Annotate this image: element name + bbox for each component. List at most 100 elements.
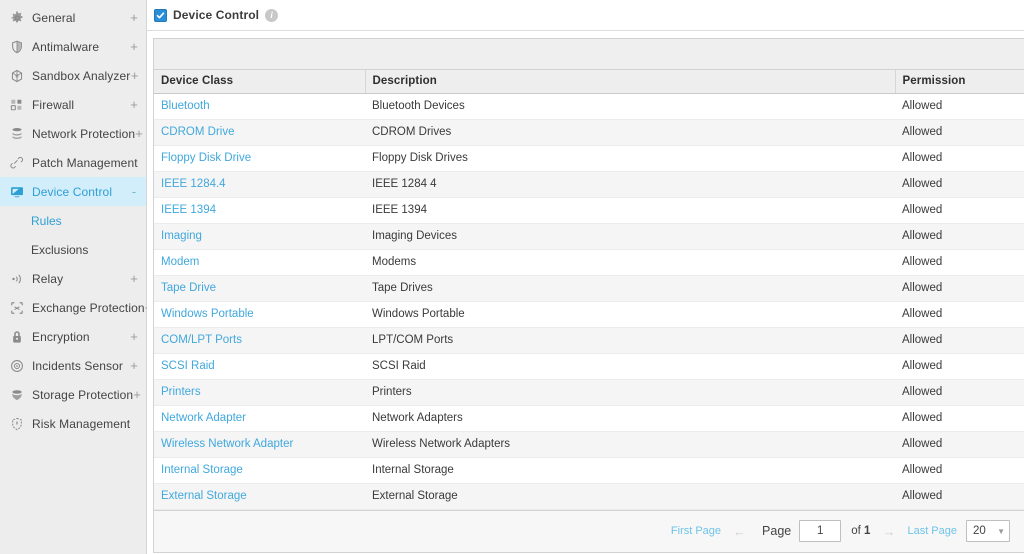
table-row[interactable]: Bluetooth Bluetooth Devices Allowed <box>154 93 1024 120</box>
column-header-permission[interactable]: Permission <box>894 70 1024 94</box>
device-class-link[interactable]: Wireless Network Adapter <box>161 438 293 450</box>
expander-icon[interactable]: + <box>129 11 139 24</box>
expander-icon[interactable]: + <box>133 388 141 401</box>
device-class-link[interactable]: SCSI Raid <box>161 360 215 372</box>
cell-device-class: Printers <box>154 379 365 406</box>
device-class-link[interactable]: Imaging <box>161 230 202 242</box>
cell-description: Tape Drives <box>365 275 895 302</box>
table-row[interactable]: Internal Storage Internal Storage Allowed <box>154 457 1024 484</box>
cell-permission: Allowed <box>895 275 1024 302</box>
sidebar-subitem-label: Exclusions <box>31 242 89 257</box>
sidebar-item-rules[interactable]: Rules <box>0 206 146 235</box>
cell-device-class: Windows Portable <box>154 301 365 328</box>
device-class-link[interactable]: Internal Storage <box>161 464 243 476</box>
table-row[interactable]: IEEE 1394 IEEE 1394 Allowed <box>154 197 1024 224</box>
sidebar-item-relay[interactable]: Relay + <box>0 264 146 293</box>
device-class-link[interactable]: Modem <box>161 256 199 268</box>
device-class-link[interactable]: Bluetooth <box>161 100 210 112</box>
sidebar-item-exclusions[interactable]: Exclusions <box>0 235 146 264</box>
cell-device-class: Wireless Network Adapter <box>154 431 365 458</box>
table-row[interactable]: Floppy Disk Drive Floppy Disk Drives Allow… <box>154 145 1024 172</box>
table-row[interactable]: IEEE 1284.4 IEEE 1284 4 Allowed <box>154 171 1024 198</box>
cell-description: Imaging Devices <box>365 223 895 250</box>
sidebar-item-label: Antimalware <box>32 39 100 54</box>
sidebar-item-encryption[interactable]: Encryption + <box>0 322 146 351</box>
sidebar-item-label: Sandbox Analyzer <box>32 68 131 83</box>
cell-permission: Allowed <box>895 353 1024 380</box>
table-row[interactable]: Printers Printers Allowed <box>154 379 1024 406</box>
device-class-link[interactable]: Floppy Disk Drive <box>161 152 251 164</box>
table-toolbar <box>154 39 1024 70</box>
expander-icon[interactable]: + <box>129 98 139 111</box>
pagination-bar: First Page ← Page of 1 → Last Page 20 ▼ <box>154 509 1024 552</box>
sidebar-item-label: Encryption <box>32 329 90 344</box>
table-row[interactable]: COM/LPT Ports LPT/COM Ports Allowed <box>154 327 1024 354</box>
sidebar-item-label: Network Protection <box>32 126 136 141</box>
expander-icon[interactable]: + <box>129 359 139 372</box>
section-header: Device Control i <box>147 0 1024 31</box>
cell-permission: Allowed <box>895 483 1024 510</box>
sidebar-item-patch-management[interactable]: Patch Management <box>0 148 146 177</box>
sidebar-item-label: Device Control <box>32 184 113 199</box>
table-row[interactable]: Tape Drive Tape Drives Allowed <box>154 275 1024 302</box>
sidebar-item-network-protection[interactable]: Network Protection + <box>0 119 146 148</box>
sidebar-item-label: Relay <box>32 271 64 286</box>
table-row[interactable]: SCSI Raid SCSI Raid Allowed <box>154 353 1024 380</box>
table-row[interactable]: External Storage External Storage Allowed <box>154 483 1024 510</box>
cell-device-class: Internal Storage <box>154 457 365 484</box>
table-row[interactable]: CDROM Drive CDROM Drives Allowed <box>154 119 1024 146</box>
last-page-link[interactable]: Last Page <box>907 525 957 537</box>
sidebar-item-general[interactable]: General + <box>0 3 146 32</box>
device-class-link[interactable]: External Storage <box>161 490 247 502</box>
table-row[interactable]: Modem Modems Allowed <box>154 249 1024 276</box>
next-page-arrow-icon[interactable]: → <box>882 524 895 539</box>
expander-icon[interactable]: + <box>129 272 139 285</box>
device-class-link[interactable]: Tape Drive <box>161 282 216 294</box>
table-row[interactable]: Network Adapter Network Adapters Allowed <box>154 405 1024 432</box>
first-page-link[interactable]: First Page <box>671 525 721 537</box>
cell-description: Windows Portable <box>365 301 895 328</box>
total-pages-label: of 1 <box>851 525 870 537</box>
device-class-link[interactable]: COM/LPT Ports <box>161 334 242 346</box>
device-control-checkbox[interactable] <box>154 8 167 22</box>
monitor-icon <box>8 183 26 201</box>
sidebar-item-exchange-protection[interactable]: Exchange Protection + <box>0 293 152 322</box>
broadcast-icon <box>8 270 26 288</box>
device-rules-panel: Device Class Description Permission Blue… <box>153 38 1024 553</box>
device-class-link[interactable]: IEEE 1284.4 <box>161 178 226 190</box>
device-class-link[interactable]: Printers <box>161 386 201 398</box>
lock-icon <box>8 328 26 346</box>
table-row[interactable]: Windows Portable Windows Portable Allowed <box>154 301 1024 328</box>
info-icon[interactable]: i <box>265 8 279 22</box>
cell-device-class: Tape Drive <box>154 275 365 302</box>
column-header-device-class[interactable]: Device Class <box>154 70 365 94</box>
device-class-link[interactable]: Windows Portable <box>161 308 254 320</box>
page-number-input[interactable] <box>799 520 842 542</box>
sidebar-item-antimalware[interactable]: Antimalware + <box>0 32 146 61</box>
sidebar-item-sandbox-analyzer[interactable]: Sandbox Analyzer + <box>0 61 146 90</box>
sidebar-item-incidents-sensor[interactable]: Incidents Sensor + <box>0 351 146 380</box>
expander-icon[interactable]: - <box>129 185 139 198</box>
expander-icon[interactable]: + <box>129 330 139 343</box>
cell-permission: Allowed <box>895 171 1024 198</box>
sidebar-item-storage-protection[interactable]: Storage Protection + <box>0 380 146 409</box>
previous-page-arrow-icon[interactable]: ← <box>733 524 746 539</box>
expander-icon[interactable]: + <box>130 69 139 82</box>
page-size-select[interactable]: 20 ▼ <box>966 520 1010 542</box>
expander-icon[interactable]: + <box>129 40 139 53</box>
table-row[interactable]: Imaging Imaging Devices Allowed <box>154 223 1024 250</box>
sidebar-item-device-control[interactable]: Device Control - <box>0 177 146 206</box>
device-class-link[interactable]: IEEE 1394 <box>161 204 216 216</box>
cell-permission: Allowed <box>895 457 1024 484</box>
column-header-description[interactable]: Description <box>364 70 895 94</box>
cell-permission: Allowed <box>895 327 1024 354</box>
device-class-link[interactable]: CDROM Drive <box>161 126 234 138</box>
sidebar-item-risk-management[interactable]: Risk Management <box>0 409 146 438</box>
table-row[interactable]: Wireless Network Adapter Wireless Network… <box>154 431 1024 458</box>
risk-shield-icon <box>8 415 26 433</box>
device-class-link[interactable]: Network Adapter <box>161 412 246 424</box>
sidebar-item-label: Exchange Protection <box>32 300 145 315</box>
expander-icon[interactable]: + <box>135 127 143 140</box>
cell-device-class: CDROM Drive <box>154 119 365 146</box>
sidebar-item-firewall[interactable]: Firewall + <box>0 90 146 119</box>
